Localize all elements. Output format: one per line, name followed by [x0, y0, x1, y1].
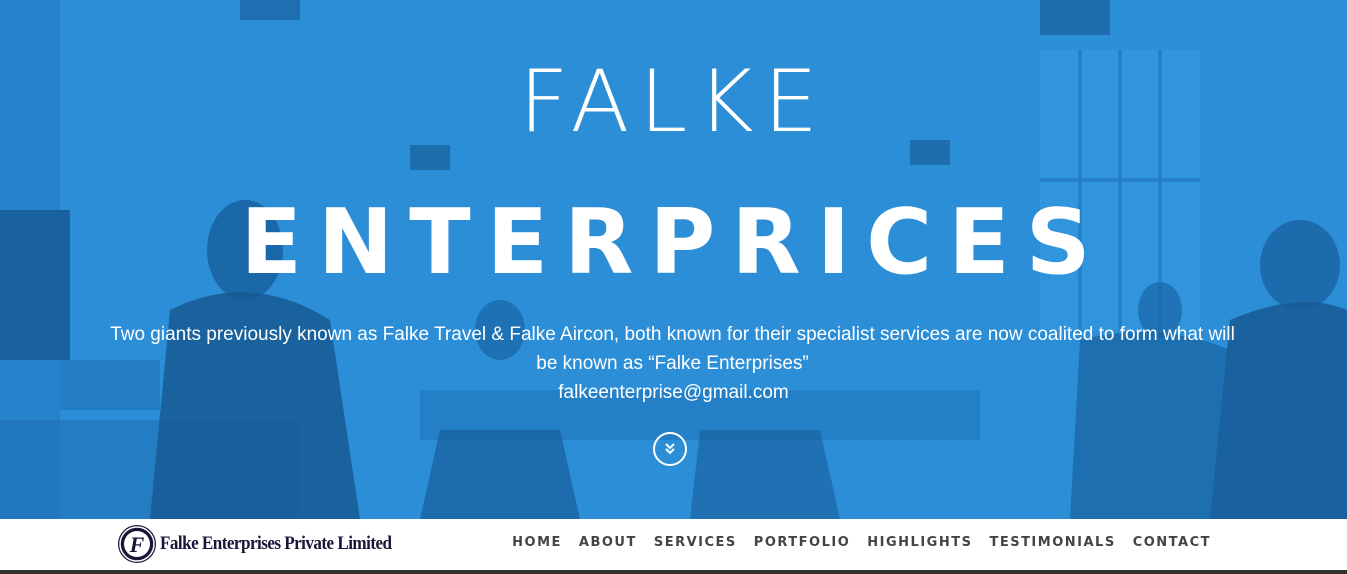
hero-title-line-1: FALKE — [518, 52, 829, 152]
nav-item-contact[interactable]: CONTACT — [1133, 535, 1211, 550]
nav-item-services[interactable]: SERVICES — [654, 535, 737, 550]
logo-text: Falke Enterprises Private Limited — [160, 533, 392, 554]
hero-title-line-2: ENTERPRICES — [240, 190, 1107, 295]
nav-item-home[interactable]: HOME — [512, 535, 562, 550]
hero-section: FALKE ENTERPRICES Two giants previously … — [0, 0, 1347, 519]
nav-item-about[interactable]: ABOUT — [579, 535, 637, 550]
main-nav-menu: HOME ABOUT SERVICES PORTFOLIO HIGHLIGHTS… — [495, 519, 1211, 566]
falke-f-monogram-icon: F — [118, 525, 156, 563]
double-chevron-down-icon — [665, 443, 675, 455]
nav-item-highlights[interactable]: HIGHLIGHTS — [867, 535, 972, 550]
logo-letter: F — [129, 532, 145, 557]
hero-description: Two giants previously known as Falke Tra… — [110, 324, 1235, 374]
hero-email[interactable]: falkeenterprise@gmail.com — [0, 378, 1347, 407]
site-logo[interactable]: F Falke Enterprises Private Limited — [118, 523, 417, 565]
nav-item-portfolio[interactable]: PORTFOLIO — [754, 535, 850, 550]
nav-item-testimonials[interactable]: TESTIMONIALS — [989, 535, 1115, 550]
navbar: F Falke Enterprises Private Limited HOME… — [0, 519, 1347, 574]
scroll-down-button[interactable] — [653, 432, 687, 466]
